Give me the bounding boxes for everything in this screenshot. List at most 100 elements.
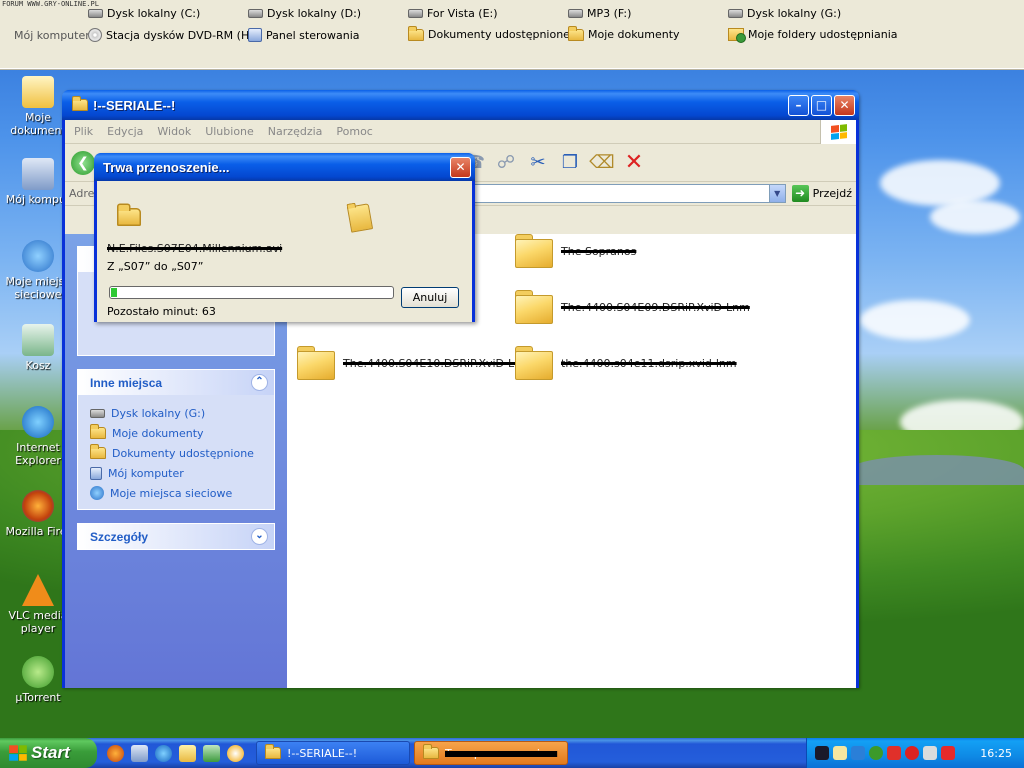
start-label: Start: [31, 743, 70, 762]
other-places-box: Inne miejsca ⌃ Dysk lokalny (G:) Moje do…: [77, 369, 275, 510]
current-file-name: N.E.Files.S07E04.Millennium.avi: [107, 242, 283, 255]
internet-explorer-icon: [22, 406, 54, 438]
network-places-icon: [22, 240, 54, 272]
details-header[interactable]: Szczegóły ⌄: [78, 524, 274, 549]
folder-name: The.4400.S04E10.DSRiP.XviD-Lnm: [343, 356, 532, 370]
my-documents-link[interactable]: Moje dokumenty: [568, 25, 680, 41]
utorrent-icon[interactable]: [869, 746, 883, 760]
folder-icon: [90, 444, 106, 459]
copy-icon[interactable]: ❐: [558, 151, 582, 175]
place-link-shared-documents[interactable]: Dokumenty udostępnione: [90, 443, 262, 463]
paste-icon[interactable]: ⌫: [589, 151, 614, 175]
clock[interactable]: 16:25: [980, 747, 1012, 760]
window-title: !--SERIALE--!: [93, 97, 176, 113]
go-label: Przejdź: [812, 187, 852, 200]
folder-item[interactable]: the.4400.s04e11.dsrip.xvid-lnm: [515, 346, 737, 380]
network-icon[interactable]: [851, 746, 865, 760]
menu-file[interactable]: Plik: [67, 125, 100, 138]
winamp-icon[interactable]: [179, 744, 196, 762]
details-box: Szczegóły ⌄: [77, 523, 275, 550]
drive-c[interactable]: Dysk lokalny (C:): [88, 7, 200, 20]
utorrent-icon: [22, 656, 54, 688]
collapse-chevron-icon[interactable]: ⌃: [251, 374, 268, 391]
place-link-my-documents[interactable]: Moje dokumenty: [90, 423, 262, 443]
link-label: Moje dokumenty: [588, 28, 680, 41]
other-places-header[interactable]: Inne miejsca ⌃: [78, 370, 274, 395]
volume-icon[interactable]: [923, 746, 937, 760]
hard-drive-icon: [728, 9, 743, 18]
back-arrow-icon[interactable]: ❮: [71, 150, 95, 175]
firefox-icon[interactable]: [107, 744, 124, 762]
control-panel-icon: [248, 28, 262, 42]
drive-d[interactable]: Dysk lokalny (D:): [248, 7, 361, 20]
folder-icon: [72, 96, 88, 111]
dvd-drive-h[interactable]: Stacja dysków DVD-RM (H:): [88, 28, 257, 42]
expand-chevron-icon[interactable]: ⌄: [251, 528, 268, 545]
hard-drive-icon: [248, 9, 263, 18]
details-title: Szczegóły: [90, 529, 149, 544]
dvd-drive-icon: [88, 28, 102, 42]
drive-label: Stacja dysków DVD-RM (H:): [106, 28, 258, 42]
place-link-network-places[interactable]: Moje miejsca sieciowe: [90, 483, 262, 503]
cancel-button[interactable]: Anuluj: [401, 287, 459, 308]
dialog-titlebar[interactable]: Trwa przenoszenie... ✕: [94, 153, 475, 181]
media-player-icon[interactable]: [227, 744, 244, 762]
from-to-line: Z „S07” do „S07”: [107, 260, 204, 273]
close-button[interactable]: ✕: [834, 94, 855, 116]
progress-fill: [111, 288, 120, 297]
folder-icon: [265, 744, 281, 759]
link-label: Moje foldery udostępniania: [748, 28, 898, 41]
antivirus-icon[interactable]: [905, 746, 919, 760]
folder-item[interactable]: The.4400.S04E09.DSRiP.XviD-Lnm: [515, 290, 750, 324]
start-button[interactable]: Start: [0, 738, 97, 768]
window-titlebar[interactable]: !--SERIALE--! – □ ✕: [62, 90, 859, 120]
desktop-icon-label: Internet Explorer: [15, 441, 61, 467]
mute-icon[interactable]: [941, 746, 955, 760]
minimize-button[interactable]: –: [788, 94, 809, 116]
taskbar-item-move-progress[interactable]: Trwa przenoszenie...: [414, 741, 568, 765]
maximize-button[interactable]: □: [811, 94, 832, 116]
taskbar-item-seriale[interactable]: !--SERIALE--!: [256, 741, 410, 765]
delete-icon[interactable]: ✕: [622, 150, 646, 175]
link-label: Dokumenty udostępnione: [428, 28, 570, 41]
place-link-drive-g[interactable]: Dysk lokalny (G:): [90, 403, 262, 423]
link-label: Panel sterowania: [266, 28, 360, 42]
go-arrow-icon: ➜: [791, 185, 809, 202]
chevron-down-icon[interactable]: ▼: [768, 185, 785, 202]
menu-view[interactable]: Widok: [150, 125, 198, 138]
shared-documents-link[interactable]: Dokumenty udostępnione: [408, 25, 570, 41]
desktop-icon-label: µTorrent: [15, 691, 61, 704]
menu-edit[interactable]: Edycja: [100, 125, 150, 138]
progress-bar: [109, 286, 394, 299]
menu-help[interactable]: Pomoc: [329, 125, 379, 138]
control-panel-link[interactable]: Panel sterowania: [248, 28, 360, 42]
close-button[interactable]: ✕: [450, 156, 471, 178]
my-computer-icon: [90, 466, 102, 480]
show-desktop-icon[interactable]: [131, 744, 148, 762]
hard-drive-icon: [408, 9, 423, 18]
drive-f[interactable]: MP3 (F:): [568, 7, 631, 20]
menu-tools[interactable]: Narzędzia: [261, 125, 330, 138]
security-shield-icon[interactable]: [887, 746, 901, 760]
steam-icon[interactable]: [815, 746, 829, 760]
cut-icon[interactable]: ✂: [526, 151, 550, 175]
my-shared-folders-link[interactable]: Moje foldery udostępniania: [728, 28, 898, 43]
place-link-label: Moje dokumenty: [112, 426, 204, 440]
place-link-label: Moje miejsca sieciowe: [110, 486, 233, 500]
flying-document-icon: [346, 203, 374, 233]
drive-label: For Vista (E:): [427, 7, 498, 20]
desktop-icon-label: VLC media player: [8, 609, 68, 635]
drive-g[interactable]: Dysk lokalny (G:): [728, 7, 841, 20]
hard-drive-icon: [90, 408, 105, 418]
notes-icon[interactable]: [833, 746, 847, 760]
messenger-icon[interactable]: [203, 744, 220, 762]
drive-e[interactable]: For Vista (E:): [408, 7, 498, 20]
menu-favorites[interactable]: Ulubione: [198, 125, 261, 138]
go-button[interactable]: ➜ Przejdź: [791, 185, 852, 202]
folder-item[interactable]: The Sopranos: [515, 234, 636, 268]
taskbar: Start !--SERIALE--! Trwa przenoszenie...…: [0, 738, 1024, 768]
place-link-my-computer[interactable]: Mój komputer: [90, 463, 262, 483]
internet-explorer-icon[interactable]: [155, 744, 172, 762]
copy-to-icon[interactable]: ☍: [494, 151, 518, 175]
folder-item[interactable]: The.4400.S04E10.DSRiP.XviD-Lnm: [297, 346, 532, 380]
